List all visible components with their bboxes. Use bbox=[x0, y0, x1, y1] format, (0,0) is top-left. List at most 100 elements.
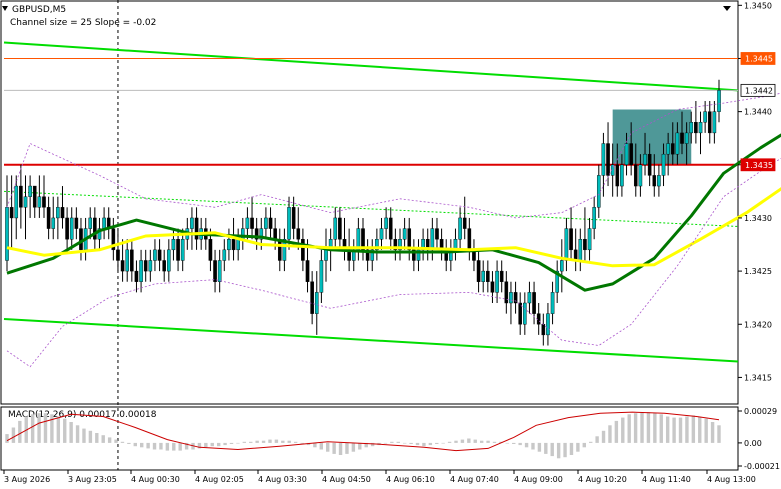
candle-body bbox=[28, 185, 32, 197]
macd-bar bbox=[127, 442, 131, 444]
triangle-down-icon[interactable] bbox=[2, 6, 8, 11]
macd-bar bbox=[467, 438, 471, 443]
macd-bar bbox=[492, 441, 497, 443]
candle-body bbox=[171, 239, 176, 251]
price-chart: 1.3450 1.3445 1.3440 1.3435 1.3430 1.3425 1.34… bbox=[0, 0, 781, 484]
macd-bar bbox=[133, 442, 137, 447]
macd-bar bbox=[524, 442, 529, 448]
macd-bar bbox=[236, 442, 240, 444]
candle-body bbox=[509, 292, 513, 304]
candle-body bbox=[190, 217, 194, 229]
candle-body bbox=[143, 260, 148, 272]
macd-bar bbox=[351, 442, 356, 452]
last-price-price-label: 1.3442 bbox=[745, 86, 773, 95]
candle-body bbox=[712, 111, 717, 134]
macd-bar bbox=[486, 440, 490, 443]
macd-bar bbox=[75, 425, 80, 443]
candle-body bbox=[250, 217, 254, 229]
candle-body bbox=[208, 239, 213, 261]
candle-body bbox=[42, 196, 46, 208]
candle-body bbox=[606, 143, 610, 176]
buy-zone-box bbox=[612, 109, 692, 165]
macd-bar bbox=[621, 417, 625, 443]
macd-bar bbox=[56, 416, 61, 443]
macd-bar bbox=[627, 414, 631, 443]
candle-body bbox=[495, 270, 499, 293]
candle-body bbox=[333, 217, 338, 240]
candle-body bbox=[65, 217, 69, 240]
macd-bar bbox=[672, 417, 676, 443]
x-tick-label: 4 Aug 06:10 bbox=[386, 475, 435, 484]
macd-bar bbox=[88, 430, 93, 443]
candle-body bbox=[69, 217, 74, 240]
macd-bar bbox=[18, 420, 22, 443]
macd-bar bbox=[5, 434, 9, 443]
candle-body bbox=[652, 175, 657, 187]
macd-bar bbox=[30, 414, 35, 443]
macd-bar bbox=[691, 415, 696, 443]
macd-bar bbox=[261, 440, 266, 443]
channel-upper-line bbox=[3, 41, 739, 92]
macd-bar bbox=[146, 442, 150, 449]
macd-panel-border bbox=[0, 406, 739, 471]
macd-bar bbox=[319, 442, 324, 450]
x-tick-label: 4 Aug 03:30 bbox=[258, 475, 307, 484]
candle-body bbox=[120, 260, 125, 272]
macd-bar bbox=[518, 442, 522, 446]
candle-body bbox=[467, 228, 472, 251]
macd-bar bbox=[300, 442, 304, 444]
candle-body bbox=[486, 270, 490, 282]
macd-bar bbox=[63, 418, 67, 443]
candle-body bbox=[51, 217, 56, 229]
candle-body bbox=[176, 239, 180, 261]
macd-bar bbox=[82, 428, 86, 443]
macd-bar bbox=[614, 420, 619, 443]
macd-bar bbox=[50, 414, 54, 443]
candle-body bbox=[9, 207, 14, 219]
candle-body bbox=[458, 217, 462, 240]
candle-body bbox=[592, 207, 596, 229]
macd-bar bbox=[152, 442, 157, 450]
candle-body bbox=[546, 313, 550, 336]
candle-body bbox=[134, 270, 139, 282]
macd-bar bbox=[531, 442, 535, 450]
candle-body bbox=[23, 196, 28, 208]
macd-bar bbox=[409, 442, 413, 444]
macd-bar bbox=[428, 442, 433, 446]
candle-body bbox=[578, 239, 583, 261]
entry-price-label: 1.3435 bbox=[745, 161, 773, 170]
macd-bar bbox=[601, 430, 606, 443]
macd-tick-label: -0.00021 bbox=[744, 462, 780, 471]
macd-bar bbox=[402, 442, 407, 444]
triangle-down-icon[interactable] bbox=[723, 6, 731, 11]
macd-bar bbox=[43, 413, 48, 443]
x-tick-label: 4 Aug 02:05 bbox=[195, 475, 244, 484]
macd-bar bbox=[338, 442, 343, 455]
candle-body bbox=[532, 292, 536, 314]
candle-body bbox=[268, 217, 273, 229]
x-tick-label: 4 Aug 07:40 bbox=[450, 475, 499, 484]
x-tick-label: 4 Aug 00:30 bbox=[131, 475, 180, 484]
candle-body bbox=[661, 153, 666, 176]
macd-bar bbox=[563, 442, 567, 458]
macd-bar bbox=[422, 442, 426, 447]
x-tick-label: 4 Aug 11:40 bbox=[642, 475, 691, 484]
macd-bar bbox=[172, 442, 176, 451]
channel-lower-line bbox=[3, 317, 739, 363]
candle-body bbox=[569, 228, 573, 251]
macd-bar bbox=[473, 439, 477, 443]
candle-body bbox=[402, 228, 407, 240]
macd-bar bbox=[210, 442, 214, 447]
macd-bar bbox=[704, 418, 708, 443]
candle-body bbox=[217, 260, 222, 282]
candle-body bbox=[703, 111, 707, 123]
candle-body bbox=[684, 132, 689, 144]
macd-bar bbox=[415, 442, 420, 446]
candle-body bbox=[513, 292, 518, 304]
candle-body bbox=[499, 270, 504, 282]
macd-bar bbox=[576, 442, 580, 452]
y-tick-label: 1.3430 bbox=[744, 214, 772, 223]
candle-body bbox=[116, 249, 120, 261]
candle-body bbox=[476, 260, 481, 282]
candle-body bbox=[231, 239, 236, 251]
